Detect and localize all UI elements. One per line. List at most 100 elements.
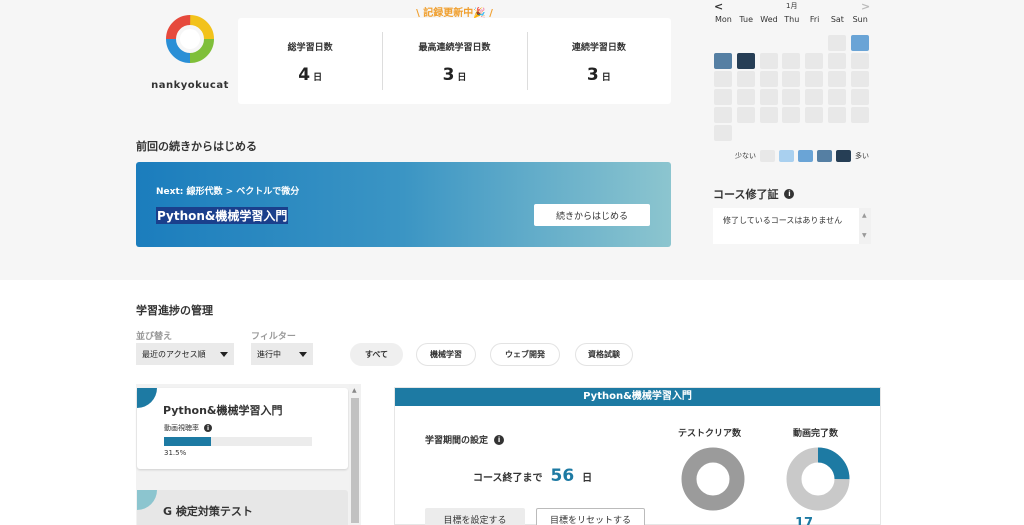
- countdown-prefix: コース終了まで: [473, 473, 543, 484]
- calendar-day-cell[interactable]: [714, 71, 732, 87]
- calendar-day-cell[interactable]: [736, 53, 755, 69]
- weekday-label: Thu: [784, 15, 800, 24]
- stat-value: 4日: [238, 65, 382, 85]
- calendar-prev-button[interactable]: <: [714, 0, 723, 13]
- countdown-unit: 日: [582, 473, 593, 484]
- filter-chip-all[interactable]: すべて: [350, 343, 403, 366]
- certificate-list: 修了しているコースはありません ▲ ▼: [713, 208, 871, 244]
- calendar-day-cell[interactable]: [827, 53, 846, 69]
- certificate-title-text: コース修了証: [713, 188, 779, 201]
- stat-value: 3日: [527, 65, 671, 85]
- management-title: 学習進捗の管理: [136, 304, 213, 317]
- legend-swatch: [779, 150, 794, 162]
- calendar-month: 1月: [786, 2, 798, 10]
- calendar-day-cell[interactable]: [714, 89, 732, 105]
- resume-button[interactable]: 続きからはじめる: [534, 204, 650, 226]
- info-icon[interactable]: i: [784, 189, 795, 199]
- calendar-day-cell[interactable]: [782, 89, 801, 105]
- scroll-up-icon[interactable]: ▲: [862, 212, 867, 219]
- calendar-day-cell[interactable]: [736, 107, 755, 123]
- calendar-day-cell: [805, 125, 823, 141]
- record-update-banner: \ 記録更新中🎉 /: [416, 8, 493, 19]
- calendar-day-cell: [851, 125, 869, 141]
- resume-section-title: 前回の続きからはじめる: [136, 140, 257, 153]
- certificate-empty-text: 修了しているコースはありません: [723, 216, 843, 225]
- calendar-day-cell[interactable]: [759, 107, 778, 123]
- calendar-day-cell[interactable]: [827, 35, 846, 51]
- calendar-day-cell[interactable]: [805, 53, 824, 69]
- calendar-day-cell[interactable]: [827, 89, 846, 105]
- course-card[interactable]: G 検定対策テスト: [137, 490, 348, 525]
- video-done-label: 動画完了数: [793, 429, 839, 439]
- sort-dropdown[interactable]: 最近のアクセス順: [136, 343, 234, 365]
- calendar-day-cell[interactable]: [782, 107, 801, 123]
- calendar-day-cell[interactable]: [714, 107, 732, 123]
- progress-label-text: 動画視聴率: [164, 424, 199, 432]
- next-lesson-text: Next: 線形代数 > ベクトルで微分: [156, 187, 300, 197]
- calendar-day-cell[interactable]: [850, 71, 869, 87]
- calendar-next-button[interactable]: >: [861, 0, 870, 13]
- calendar-day-cell[interactable]: [759, 53, 778, 69]
- stat-total-days: 総学習日数 4日: [238, 18, 382, 104]
- calendar-day-cell[interactable]: [714, 53, 732, 69]
- progress-bar: [164, 437, 312, 446]
- legend-low-label: 少ない: [735, 152, 756, 160]
- calendar-day-cell[interactable]: [805, 71, 824, 87]
- weekday-label: Sun: [852, 15, 868, 24]
- course-list-scrollbar[interactable]: ▲: [349, 384, 361, 525]
- calendar-day-cell[interactable]: [736, 89, 755, 105]
- calendar-day-cell[interactable]: [827, 107, 846, 123]
- scrollbar-thumb[interactable]: [351, 398, 359, 523]
- calendar-day-cell[interactable]: [827, 71, 846, 87]
- weekday-label: Fri: [809, 15, 820, 24]
- course-card[interactable]: Python&機械学習入門 動画視聴率 i 31.5%: [137, 388, 348, 469]
- weekday-label: Sat: [830, 15, 844, 24]
- scroll-down-icon[interactable]: ▼: [862, 232, 867, 239]
- calendar-day-cell[interactable]: [759, 71, 778, 87]
- calendar-day-cell[interactable]: [805, 107, 824, 123]
- calendar-day-cell[interactable]: [805, 89, 824, 105]
- certificate-scrollbar[interactable]: ▲ ▼: [859, 208, 871, 244]
- stat-label: 総学習日数: [287, 43, 333, 53]
- calendar-day-cell[interactable]: [759, 89, 778, 105]
- calendar-weekdays: Mon Tue Wed Thu Fri Sat Sun: [712, 15, 872, 24]
- filter-chip-cert[interactable]: 資格試験: [575, 343, 633, 366]
- username: nankyokucat: [151, 80, 229, 91]
- study-period-title-text: 学習期間の設定: [425, 436, 489, 446]
- sort-value: 最近のアクセス順: [142, 349, 206, 359]
- calendar-day-cell: [760, 125, 778, 141]
- weekday-label: Tue: [739, 15, 754, 24]
- stat-number: 4: [298, 65, 311, 85]
- calendar-day-cell[interactable]: [714, 125, 732, 141]
- calendar-day-cell[interactable]: [850, 53, 869, 69]
- reset-goal-button[interactable]: 目標をリセットする: [536, 508, 645, 525]
- filter-chip-ml[interactable]: 機械学習: [416, 343, 476, 366]
- avatar[interactable]: [165, 14, 215, 64]
- calendar-day-cell: [760, 35, 778, 51]
- info-icon[interactable]: i: [494, 434, 505, 445]
- filter-dropdown[interactable]: 進行中: [251, 343, 313, 365]
- resume-course-name[interactable]: Python&機械学習入門: [156, 207, 289, 224]
- calendar-day-cell: [714, 35, 732, 51]
- donut-track: [681, 447, 745, 511]
- progress-bar-fill: [164, 437, 211, 446]
- course-color-marker: [137, 388, 157, 408]
- calendar-day-cell[interactable]: [850, 107, 869, 123]
- resume-card: Next: 線形代数 > ベクトルで微分 Python&機械学習入門 続きからは…: [136, 162, 671, 247]
- calendar-day-cell[interactable]: [850, 35, 869, 51]
- weekday-label: Wed: [760, 15, 778, 24]
- calendar-day-cell[interactable]: [736, 71, 755, 87]
- calendar-day-cell[interactable]: [782, 53, 801, 69]
- scroll-up-icon[interactable]: ▲: [352, 387, 357, 394]
- info-icon[interactable]: i: [204, 424, 212, 432]
- weekday-label: Mon: [714, 15, 732, 24]
- legend-swatch: [836, 150, 851, 162]
- calendar-day-cell[interactable]: [782, 71, 801, 87]
- stat-label: 最高連続学習日数: [418, 43, 491, 53]
- stat-unit: 日: [457, 73, 467, 83]
- calendar-day-cell[interactable]: [850, 89, 869, 105]
- course-card-title: Python&機械学習入門: [163, 404, 283, 417]
- set-goal-button[interactable]: 目標を設定する: [425, 508, 525, 525]
- calendar-day-cell: [782, 35, 800, 51]
- filter-chip-web[interactable]: ウェブ開発: [490, 343, 560, 366]
